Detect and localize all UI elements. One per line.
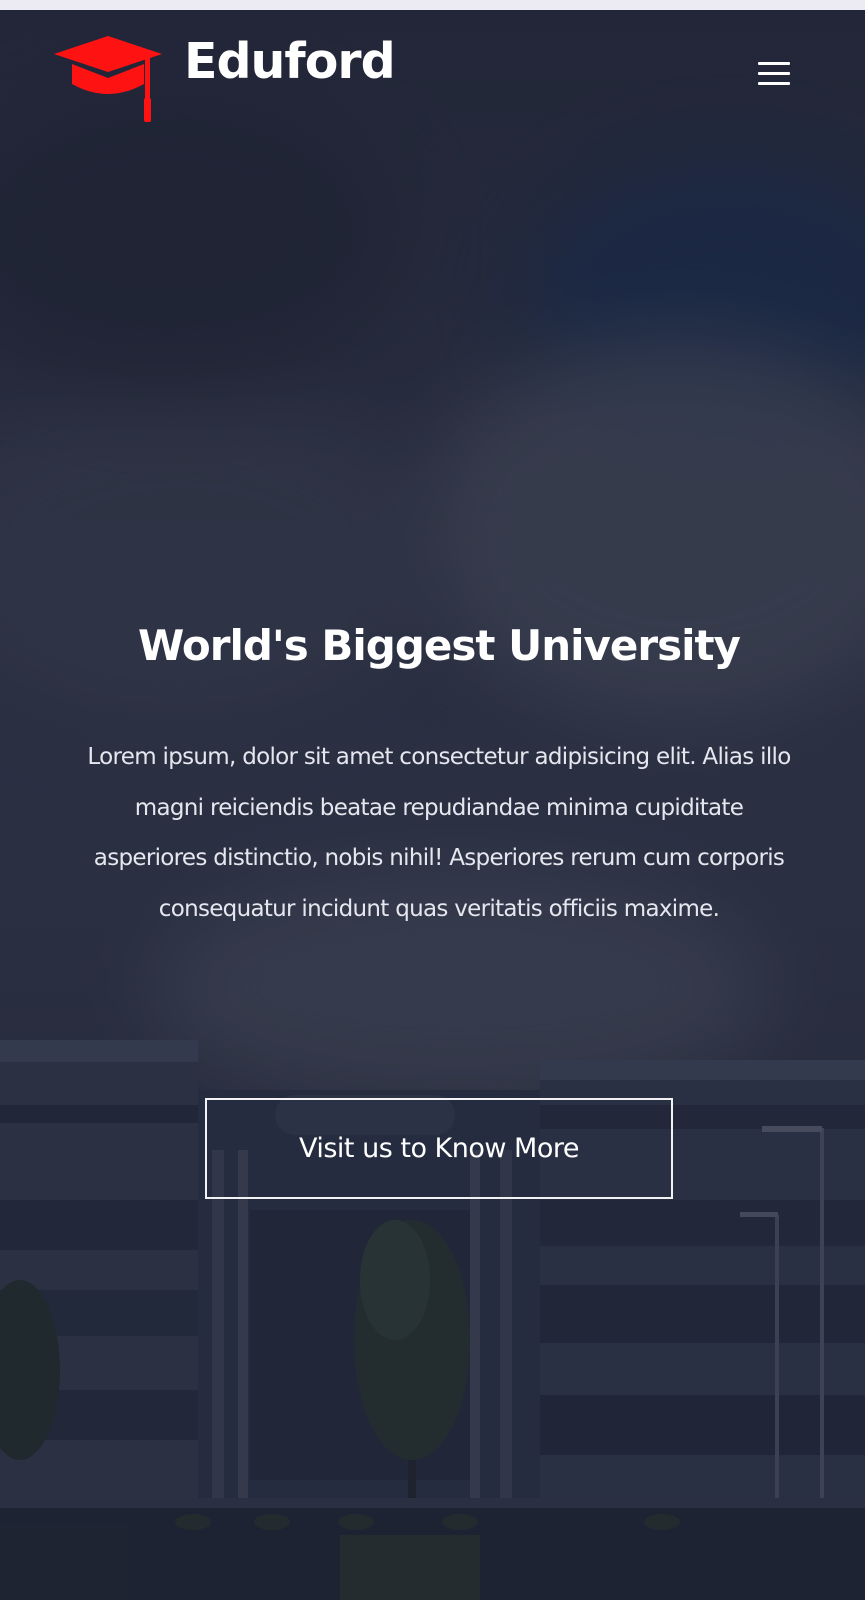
hero-title: World's Biggest University xyxy=(138,621,741,670)
hamburger-menu-button[interactable] xyxy=(752,60,796,94)
status-bar-strip xyxy=(0,0,865,10)
graduation-cap-icon xyxy=(54,36,162,122)
hamburger-menu-icon xyxy=(758,72,790,75)
hamburger-menu-icon xyxy=(758,62,790,65)
hero-description: Lorem ipsum, dolor sit amet consectetur … xyxy=(87,744,791,922)
page: Eduford World's Biggest University Lorem… xyxy=(0,0,865,1600)
visit-us-button[interactable]: Visit us to Know More xyxy=(205,1098,673,1199)
hamburger-menu-icon xyxy=(758,82,790,85)
brand-name: Eduford xyxy=(184,33,396,90)
brand-logo[interactable]: Eduford xyxy=(52,22,402,132)
